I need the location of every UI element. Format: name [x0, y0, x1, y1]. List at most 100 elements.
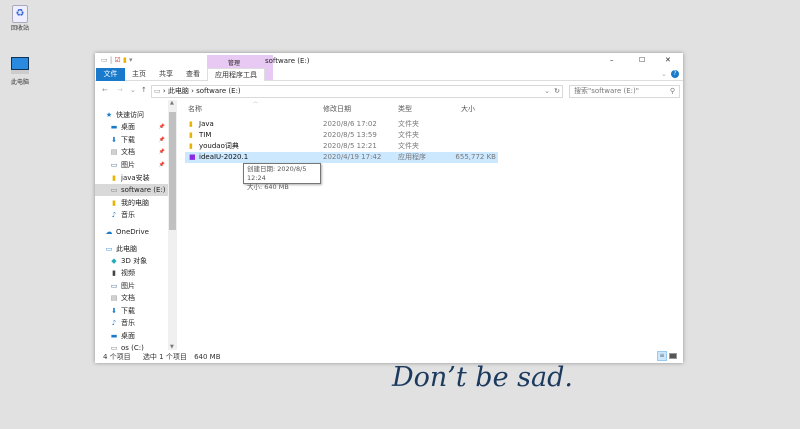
- sidebar-item[interactable]: ♪ 音乐: [95, 317, 168, 329]
- status-bar: 4 个项目 选中 1 个项目 640 MB: [103, 352, 221, 362]
- desktop-icon-label: 此电脑: [10, 79, 29, 86]
- sidebar-item[interactable]: ▤ 文档: [95, 292, 168, 304]
- sidebar-item[interactable]: ☁ OneDrive: [95, 226, 168, 238]
- file-size: 655,772 KB: [455, 153, 496, 161]
- sidebar-item[interactable]: ▭ 图片: [95, 280, 168, 292]
- music-icon: ♪: [111, 319, 117, 327]
- sidebar-item-label: 3D 对象: [121, 257, 148, 265]
- desktop-icon: ▬: [110, 123, 118, 131]
- sidebar-item-label: 下载: [121, 307, 135, 315]
- sidebar-item-label: 桌面: [121, 332, 135, 340]
- video-icon: ▮: [112, 269, 116, 277]
- wallpaper-slogan: Don’t be sad.: [392, 362, 573, 393]
- sidebar-item[interactable]: ♪ 音乐: [95, 209, 168, 221]
- sidebar-item[interactable]: ▮ 视频: [95, 267, 168, 279]
- document-icon: ▤: [110, 148, 118, 156]
- tab-view[interactable]: 查看: [179, 68, 207, 81]
- file-name: ideaIU-2020.1: [199, 153, 249, 161]
- tooltip-created: 创建日期: 2020/8/5 12:24: [247, 165, 307, 182]
- tab-home[interactable]: 主页: [125, 68, 153, 81]
- sidebar-item-label: 音乐: [121, 211, 135, 219]
- file-tooltip: 创建日期: 2020/8/5 12:24 大小: 640 MB: [243, 163, 321, 191]
- sidebar-item[interactable]: ▮ 我的电脑: [95, 197, 168, 209]
- file-name: TIM: [199, 131, 212, 139]
- file-name: youdao词典: [199, 142, 239, 150]
- minimize-button[interactable]: –: [610, 56, 614, 64]
- pin-icon: 📌: [158, 149, 165, 155]
- sidebar-item-label: 快速访问: [116, 111, 144, 119]
- picture-icon: ▭: [110, 161, 118, 169]
- column-header-type[interactable]: 类型: [398, 104, 412, 114]
- file-row[interactable]: ■ ideaIU-2020.1 2020/4/19 17:42 应用程序 655…: [185, 152, 498, 163]
- sidebar-item[interactable]: ⬇ 下载 📌: [95, 134, 168, 146]
- recycle-bin-icon: ♻: [12, 5, 28, 23]
- recent-dropdown[interactable]: ⌄: [130, 86, 136, 94]
- column-header-date[interactable]: 修改日期: [323, 104, 351, 114]
- sidebar-item-label: 文档: [121, 294, 135, 302]
- tab-app-tools[interactable]: 应用程序工具: [207, 68, 265, 81]
- breadcrumb-this-pc[interactable]: 此电脑: [168, 87, 189, 95]
- nav-scrollbar[interactable]: ▲ ▼: [168, 100, 177, 350]
- search-placeholder: 搜索"software (E:)": [574, 87, 639, 95]
- download-icon: ⬇: [111, 136, 117, 144]
- intellij-icon: ■: [189, 153, 196, 161]
- back-button[interactable]: ←: [102, 86, 108, 94]
- ribbon-expand-icon[interactable]: ⌄: [661, 70, 667, 78]
- file-explorer-window: ▭ | ☑ ▮ ▾ 管理 software (E:) – ☐ ✕ 文件 主页 共…: [95, 53, 683, 363]
- file-name: Java: [199, 120, 214, 128]
- status-item-count: 4 个项目: [103, 353, 131, 361]
- sidebar-item[interactable]: ▬ 桌面: [95, 330, 168, 342]
- quick-access-toolbar[interactable]: ▭ | ☑ ▮ ▾: [101, 56, 133, 64]
- maximize-button[interactable]: ☐: [639, 56, 645, 64]
- search-icon: ⚲: [669, 87, 675, 95]
- sidebar-item-label: 此电脑: [116, 245, 137, 253]
- tab-share[interactable]: 共享: [152, 68, 180, 81]
- close-button[interactable]: ✕: [665, 56, 671, 64]
- sidebar-item-label: java安装: [121, 174, 150, 182]
- address-bar[interactable]: ▭ › 此电脑 › software (E:) ⌄ ↻: [151, 85, 563, 98]
- sidebar-item-label: os (C:): [121, 344, 144, 352]
- column-header-size[interactable]: 大小: [461, 104, 475, 114]
- desktop-icon-recycle-bin[interactable]: ♻ 回收站: [0, 5, 40, 32]
- file-row[interactable]: ▮ TIM 2020/8/5 13:59 文件夹: [185, 130, 498, 141]
- sidebar-item[interactable]: ▤ 文档 📌: [95, 146, 168, 158]
- pin-icon: 📌: [158, 137, 165, 143]
- sidebar-item[interactable]: ⬇ 下载: [95, 305, 168, 317]
- sidebar-item[interactable]: ★ 快速访问: [95, 109, 168, 121]
- sidebar-item[interactable]: ▮ java安装: [95, 172, 168, 184]
- music-icon: ♪: [111, 211, 117, 219]
- column-header-name[interactable]: 名称: [188, 104, 202, 114]
- sidebar-item-label: 下载: [121, 136, 135, 144]
- ribbon-tabs: 文件 主页 共享 查看 应用程序工具 ⌄ ?: [95, 68, 683, 81]
- breadcrumb-drive[interactable]: software (E:): [196, 87, 241, 95]
- sidebar-item[interactable]: ◆ 3D 对象: [95, 255, 168, 267]
- help-icon[interactable]: ?: [671, 70, 679, 78]
- file-row[interactable]: ▮ Java 2020/8/6 17:02 文件夹: [185, 119, 498, 130]
- sidebar-item-label: 桌面: [121, 123, 135, 131]
- desktop-icon-computer[interactable]: 此电脑: [0, 57, 40, 86]
- search-input[interactable]: 搜索"software (E:)" ⚲: [569, 85, 680, 98]
- tab-file[interactable]: 文件: [96, 68, 125, 81]
- sidebar-item[interactable]: ▭ software (E:): [95, 184, 168, 196]
- window-title: software (E:): [265, 57, 310, 65]
- sidebar-item-label: 音乐: [121, 319, 135, 327]
- document-icon: ▤: [110, 294, 118, 302]
- folder-icon: ▮: [189, 120, 193, 128]
- file-row[interactable]: ▮ youdao词典 2020/8/5 12:21 文件夹: [185, 141, 498, 152]
- refresh-button[interactable]: ↻: [554, 86, 560, 97]
- title-bar: ▭ | ☑ ▮ ▾ 管理 software (E:) – ☐ ✕: [95, 53, 683, 81]
- sidebar-item-label: 我的电脑: [121, 199, 149, 207]
- details-view-button[interactable]: ≡: [657, 351, 667, 361]
- forward-button[interactable]: →: [117, 86, 123, 94]
- thumbnail-view-button[interactable]: [669, 353, 677, 359]
- pin-icon: 📌: [158, 124, 165, 130]
- sidebar-item[interactable]: ▭ 此电脑: [95, 243, 168, 255]
- up-button[interactable]: ↑: [141, 86, 147, 94]
- star-icon: ★: [105, 111, 113, 119]
- navigation-pane: ★ 快速访问 ▬ 桌面 📌 ⬇ 下载 📌 ▤ 文档 📌 ▭ 图片 📌 ▮ java安装 ▭ software (E…: [95, 100, 168, 352]
- address-dropdown[interactable]: ⌄: [544, 86, 550, 97]
- sidebar-item-label: 图片: [121, 161, 135, 169]
- cloud-icon: ☁: [105, 228, 113, 236]
- sidebar-item[interactable]: ▭ 图片 📌: [95, 159, 168, 171]
- sidebar-item[interactable]: ▬ 桌面 📌: [95, 121, 168, 133]
